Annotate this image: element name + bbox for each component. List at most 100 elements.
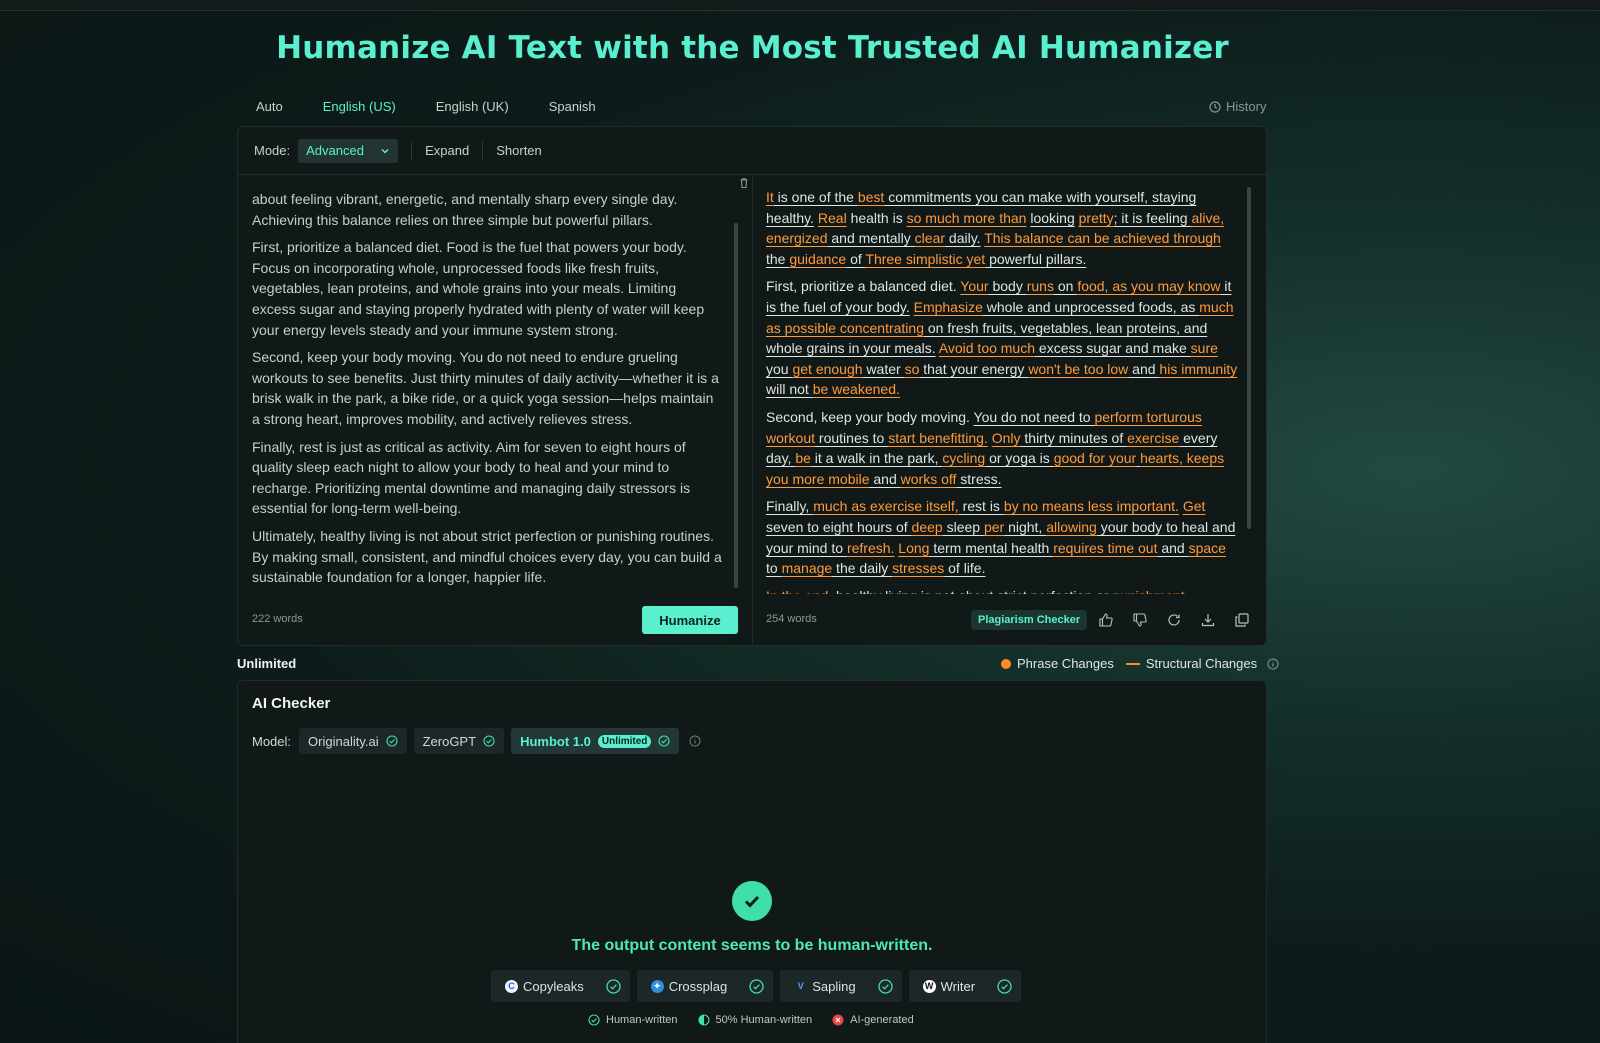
phrase-change[interactable]: works off [901, 471, 957, 487]
phrase-change[interactable]: refresh. [847, 540, 894, 556]
structural-change[interactable]: You do not need to [974, 409, 1095, 425]
structural-change[interactable]: you [766, 361, 792, 377]
mode-dropdown[interactable]: Advanced [298, 138, 399, 163]
output-scrollbar[interactable] [1247, 187, 1251, 529]
phrase-change[interactable]: you more mobile [766, 471, 870, 487]
phrase-change[interactable]: pretty [1079, 210, 1114, 226]
structural-change[interactable]: to [766, 560, 782, 576]
phrase-change[interactable]: Long [898, 540, 929, 556]
model-originality[interactable]: Originality.ai [299, 728, 407, 754]
phrase-change[interactable]: Your [960, 278, 988, 294]
download-icon[interactable] [1200, 612, 1216, 628]
phrase-change[interactable]: allowing [1046, 519, 1097, 535]
phrase-change[interactable]: Only [992, 430, 1021, 446]
phrase-change[interactable]: stresses [892, 560, 944, 576]
phrase-change[interactable]: guidance [789, 251, 846, 267]
phrase-change[interactable]: food, as you may know [1077, 278, 1220, 294]
phrase-change[interactable]: requires time out [1053, 540, 1157, 556]
phrase-change[interactable]: Real [818, 210, 847, 226]
history-button[interactable]: History [1209, 99, 1266, 114]
structural-change[interactable]: of life. [944, 560, 985, 576]
structural-change[interactable]: stress. [956, 471, 1001, 487]
phrase-change[interactable]: Get [1183, 498, 1206, 514]
phrase-change[interactable]: so [905, 361, 920, 377]
structural-change[interactable]: the daily [832, 560, 892, 576]
structural-change[interactable]: and mentally [828, 230, 915, 246]
structural-change[interactable]: thirty minutes of [1021, 430, 1128, 446]
detector-crossplag[interactable]: ✦ Crossplag [636, 970, 774, 1002]
structural-change[interactable]: , healthy living is not about strict per… [828, 588, 1112, 594]
phrase-change[interactable]: runs [1027, 278, 1054, 294]
phrase-change[interactable]: good for your [1054, 450, 1137, 466]
structural-change[interactable]: or yoga is [985, 450, 1053, 466]
structural-change[interactable]: Finally, [766, 498, 813, 514]
structural-change[interactable]: looking [1030, 210, 1074, 226]
structural-change[interactable]: night, [1004, 519, 1046, 535]
structural-change[interactable]: and [1128, 361, 1159, 377]
phrase-change[interactable]: sure [1191, 340, 1218, 356]
phrase-change[interactable]: punishment [1112, 588, 1184, 594]
tab-english-us[interactable]: English (US) [323, 96, 396, 129]
plagiarism-checker-button[interactable]: Plagiarism Checker [971, 610, 1088, 630]
info-icon[interactable] [1267, 658, 1279, 670]
structural-change[interactable]: and [870, 471, 901, 487]
copy-icon[interactable] [1234, 612, 1250, 628]
structural-change[interactable]: and [1157, 540, 1188, 556]
phrase-change[interactable]: This balance can be achieved through [984, 230, 1221, 246]
structural-change[interactable]: the [766, 251, 789, 267]
phrase-change[interactable]: get enough [792, 361, 862, 377]
phrase-change[interactable]: be [795, 450, 811, 466]
tab-english-uk[interactable]: English (UK) [436, 96, 509, 117]
trash-icon[interactable] [738, 177, 750, 189]
structural-change[interactable]: rest is [959, 498, 1004, 514]
structural-change[interactable]: powerful pillars. [985, 251, 1086, 267]
phrase-change[interactable]: Avoid too much [939, 340, 1035, 356]
structural-change[interactable]: whole and unprocessed foods, as [983, 299, 1199, 315]
structural-change[interactable]: seven to eight hours of [766, 519, 912, 535]
regenerate-icon[interactable] [1166, 612, 1182, 628]
phrase-change[interactable]: cycling [942, 450, 985, 466]
phrase-change[interactable]: deep [912, 519, 943, 535]
thumbs-down-icon[interactable] [1132, 612, 1148, 628]
phrase-change[interactable]: manage [782, 560, 833, 576]
info-icon[interactable] [689, 735, 701, 747]
phrase-change[interactable]: so much more than [907, 210, 1027, 226]
input-text[interactable]: about feeling vibrant, energetic, and me… [252, 189, 722, 589]
structural-change[interactable]: routines to [815, 430, 888, 446]
phrase-change[interactable]: much as exercise itself, [813, 498, 959, 514]
phrase-change[interactable]: exercise [1127, 430, 1179, 446]
structural-change[interactable]: water [863, 361, 905, 377]
phrase-change[interactable]: It [766, 189, 774, 205]
phrase-change[interactable]: Three simplistic yet [865, 251, 985, 267]
thumbs-up-icon[interactable] [1098, 612, 1114, 628]
expand-button[interactable]: Expand [425, 143, 469, 158]
humanize-button[interactable]: Humanize [642, 606, 738, 634]
phrase-change[interactable]: In the end [766, 588, 828, 594]
phrase-change[interactable]: his immunity [1159, 361, 1237, 377]
structural-change[interactable]: term mental health [929, 540, 1053, 556]
structural-change[interactable]: daily. [945, 230, 981, 246]
structural-change[interactable]: on [1054, 278, 1077, 294]
phrase-change[interactable]: be weakened. [813, 381, 900, 397]
phrase-change[interactable]: Emphasize [914, 299, 983, 315]
structural-change[interactable]: body [989, 278, 1027, 294]
structural-change[interactable]: excess sugar and make [1035, 340, 1191, 356]
structural-change[interactable]: ; it is feeling [1114, 210, 1192, 226]
input-scrollbar[interactable] [734, 223, 738, 588]
model-zerogpt[interactable]: ZeroGPT [413, 728, 505, 754]
phrase-change[interactable]: space [1189, 540, 1226, 556]
phrase-change[interactable]: best [858, 189, 884, 205]
phrase-change[interactable]: clear [915, 230, 945, 246]
tab-spanish[interactable]: Spanish [549, 96, 596, 117]
structural-change[interactable]: sleep [943, 519, 984, 535]
phrase-change[interactable]: per [984, 519, 1004, 535]
phrase-change[interactable]: hearts, keeps [1140, 450, 1224, 466]
shorten-button[interactable]: Shorten [496, 143, 542, 158]
phrase-change[interactable]: by no means less important. [1004, 498, 1179, 514]
tab-auto[interactable]: Auto [256, 96, 283, 117]
structural-change[interactable]: of [846, 251, 865, 267]
model-humbot[interactable]: Humbot 1.0 Unlimited [511, 728, 680, 754]
structural-change[interactable]: is one of the [774, 189, 858, 205]
phrase-change[interactable]: won't be too low [1028, 361, 1128, 377]
detector-writer[interactable]: W Writer [908, 970, 1022, 1002]
